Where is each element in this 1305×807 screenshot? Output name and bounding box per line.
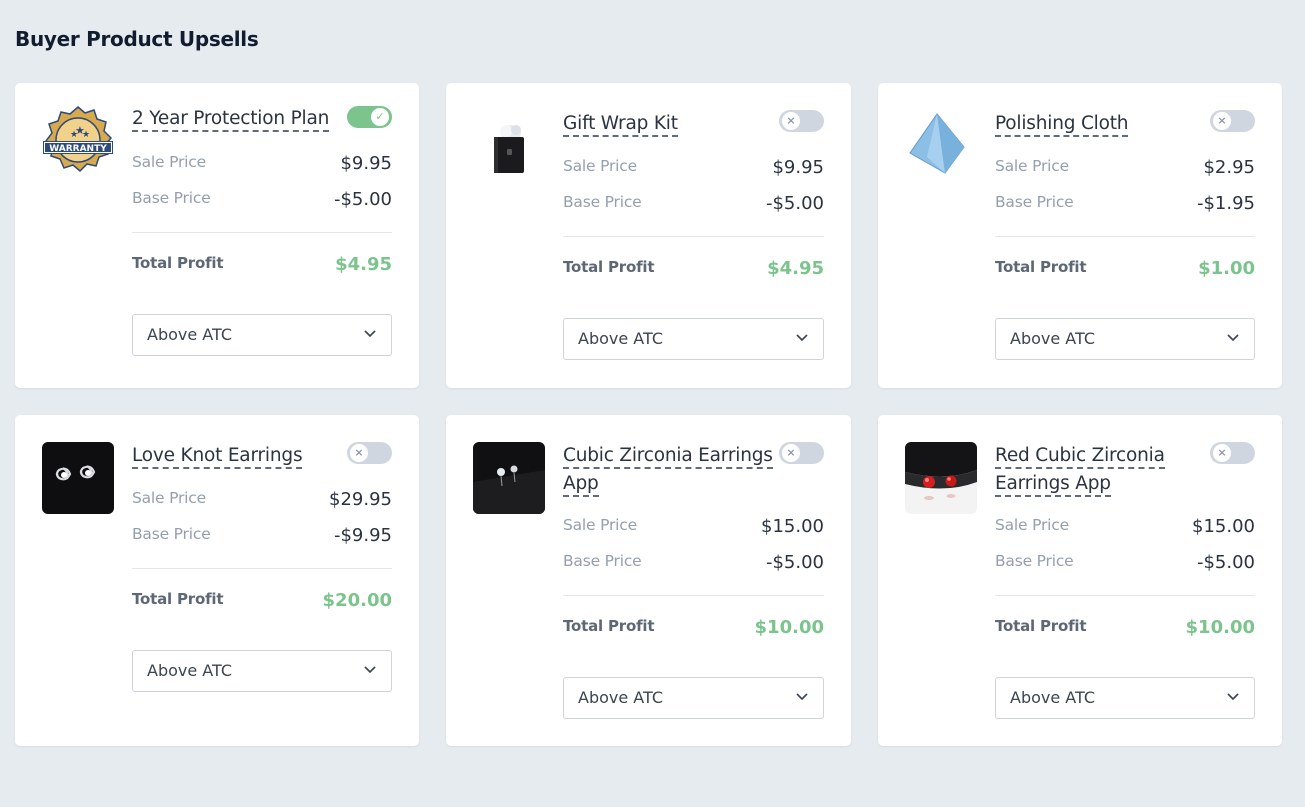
check-icon: ✓ <box>371 108 389 126</box>
placement-select[interactable]: Above ATC <box>563 318 824 360</box>
base-price-value: -$5.00 <box>333 189 392 210</box>
upsell-card: Red Cubic Zirconia Earrings App × Sale P… <box>878 415 1282 746</box>
divider <box>132 232 392 233</box>
placement-select[interactable]: Above ATC <box>995 677 1255 719</box>
close-icon: × <box>350 444 368 462</box>
total-profit-value: $4.95 <box>767 258 824 279</box>
divider <box>563 236 824 237</box>
warranty-badge-icon: ★ ★ ★ WARRANTY <box>42 105 114 177</box>
total-profit-value: $10.00 <box>754 617 824 638</box>
enable-toggle[interactable]: × <box>779 110 824 132</box>
total-profit-value: $10.00 <box>1185 617 1255 638</box>
total-profit-label: Total Profit <box>563 617 655 635</box>
earrings-photo <box>473 442 545 514</box>
placement-select[interactable]: Above ATC <box>995 318 1255 360</box>
enable-toggle[interactable]: × <box>779 442 824 464</box>
total-profit-value: $4.95 <box>335 254 392 275</box>
sale-price-value: $15.00 <box>761 516 824 537</box>
upsell-card: Cubic Zirconia Earrings App × Sale Price… <box>446 415 851 746</box>
enable-toggle[interactable]: ✓ <box>347 106 392 128</box>
total-profit-value: $1.00 <box>1198 258 1255 279</box>
chevron-down-icon <box>364 666 376 674</box>
sale-price-label: Sale Price <box>995 157 1069 175</box>
page-title: Buyer Product Upsells <box>15 27 259 51</box>
sale-price-label: Sale Price <box>563 516 637 534</box>
chevron-down-icon <box>1227 693 1239 701</box>
total-profit-label: Total Profit <box>995 258 1087 276</box>
base-price-label: Base Price <box>995 193 1074 211</box>
placement-value: Above ATC <box>147 661 232 680</box>
base-price-label: Base Price <box>995 552 1074 570</box>
svg-text:WARRANTY: WARRANTY <box>49 144 107 154</box>
placement-select[interactable]: Above ATC <box>132 650 392 692</box>
sale-price-value: $9.95 <box>340 153 392 174</box>
divider <box>563 595 824 596</box>
base-price-value: -$5.00 <box>765 193 824 214</box>
placement-value: Above ATC <box>578 688 663 707</box>
sale-price-label: Sale Price <box>995 516 1069 534</box>
base-price-value: -$9.95 <box>333 525 392 546</box>
upsell-card: ★ ★ ★ WARRANTY 2 Year Protection Plan ✓ … <box>15 83 419 388</box>
close-icon: × <box>782 444 800 462</box>
chevron-down-icon <box>796 693 808 701</box>
sale-price-value: $9.95 <box>772 157 824 178</box>
product-name[interactable]: Red Cubic Zirconia Earrings App <box>995 442 1207 498</box>
sale-price-label: Sale Price <box>132 489 206 507</box>
base-price-label: Base Price <box>563 193 642 211</box>
divider <box>132 568 392 569</box>
sale-price-value: $15.00 <box>1192 516 1255 537</box>
upsell-card: Gift Wrap Kit × Sale Price $9.95 Base Pr… <box>446 83 851 388</box>
cloth-icon <box>905 109 977 181</box>
chevron-down-icon <box>1227 334 1239 342</box>
earrings-photo <box>42 442 114 514</box>
base-price-label: Base Price <box>132 189 211 207</box>
base-price-label: Base Price <box>563 552 642 570</box>
enable-toggle[interactable]: × <box>1210 442 1255 464</box>
base-price-value: -$5.00 <box>765 552 824 573</box>
placement-select[interactable]: Above ATC <box>563 677 824 719</box>
gift-bag-icon <box>473 109 545 181</box>
chevron-down-icon <box>364 330 376 338</box>
svg-text:★: ★ <box>82 130 90 140</box>
sale-price-value: $29.95 <box>329 489 392 510</box>
base-price-value: -$5.00 <box>1196 552 1255 573</box>
product-name[interactable]: Gift Wrap Kit <box>563 110 776 138</box>
product-name[interactable]: Polishing Cloth <box>995 110 1207 138</box>
placement-value: Above ATC <box>578 329 663 348</box>
placement-value: Above ATC <box>1010 329 1095 348</box>
divider <box>995 236 1255 237</box>
upsell-card: Love Knot Earrings × Sale Price $29.95 B… <box>15 415 419 746</box>
placement-value: Above ATC <box>1010 688 1095 707</box>
enable-toggle[interactable]: × <box>1210 110 1255 132</box>
total-profit-label: Total Profit <box>995 617 1087 635</box>
product-name[interactable]: Love Knot Earrings <box>132 442 344 470</box>
placement-value: Above ATC <box>147 325 232 344</box>
chevron-down-icon <box>796 334 808 342</box>
total-profit-label: Total Profit <box>132 254 224 272</box>
total-profit-label: Total Profit <box>563 258 655 276</box>
product-name[interactable]: Cubic Zirconia Earrings App <box>563 442 776 498</box>
base-price-label: Base Price <box>132 525 211 543</box>
close-icon: × <box>1213 444 1231 462</box>
upsell-card: Polishing Cloth × Sale Price $2.95 Base … <box>878 83 1282 388</box>
close-icon: × <box>782 112 800 130</box>
sale-price-value: $2.95 <box>1203 157 1255 178</box>
base-price-value: -$1.95 <box>1196 193 1255 214</box>
divider <box>995 595 1255 596</box>
close-icon: × <box>1213 112 1231 130</box>
total-profit-value: $20.00 <box>322 590 392 611</box>
red-earrings-photo <box>905 442 977 514</box>
sale-price-label: Sale Price <box>132 153 206 171</box>
product-name[interactable]: 2 Year Protection Plan <box>132 105 344 133</box>
placement-select[interactable]: Above ATC <box>132 314 392 356</box>
sale-price-label: Sale Price <box>563 157 637 175</box>
enable-toggle[interactable]: × <box>347 442 392 464</box>
total-profit-label: Total Profit <box>132 590 224 608</box>
